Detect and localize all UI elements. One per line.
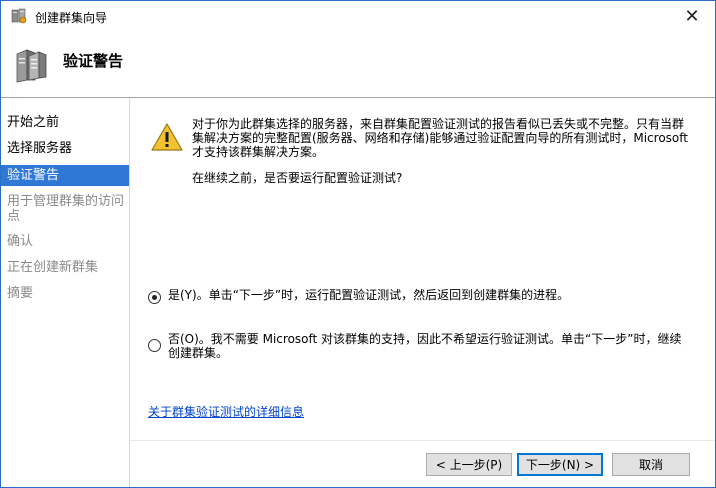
option-no[interactable]: 否(O)。我不需要 Microsoft 对该群集的支持，因此不希望运行验证测试。… — [148, 332, 688, 360]
validation-info-link[interactable]: 关于群集验证测试的详细信息 — [148, 403, 304, 420]
close-icon: ✕ — [684, 6, 700, 27]
cluster-wizard-app-icon — [11, 8, 27, 24]
wizard-content: 对于你为此群集选择的服务器，来自群集配置验证测试的报告看似已丢失或不完整。只有当… — [130, 98, 715, 487]
step-item-access-point: 用于管理群集的访问点 — [7, 194, 125, 224]
footer-divider — [130, 440, 715, 441]
step-item-validation-warning: 验证警告 — [1, 165, 129, 186]
step-item-creating-cluster: 正在创建新群集 — [7, 260, 99, 275]
warning-triangle-icon — [151, 123, 183, 151]
step-item-select-servers: 选择服务器 — [7, 141, 73, 156]
option-yes[interactable]: 是(Y)。单击“下一步”时，运行配置验证测试，然后返回到创建群集的进程。 — [148, 288, 688, 304]
cancel-button[interactable]: 取消 — [612, 453, 690, 476]
wizard-window: 创建群集向导 ✕ 验证警告 开始之前 选择服务器 验证警告 用于管理群集的访问点… — [0, 0, 716, 488]
step-item-confirmation: 确认 — [7, 234, 34, 249]
window-title: 创建群集向导 — [35, 11, 108, 25]
step-item-summary: 摘要 — [7, 286, 34, 301]
step-item-before-you-begin: 开始之前 — [7, 115, 60, 130]
option-no-label[interactable]: 否(O)。我不需要 Microsoft 对该群集的支持，因此不希望运行验证测试。… — [168, 332, 688, 360]
wizard-steps-sidebar: 开始之前 选择服务器 验证警告 用于管理群集的访问点 确认 正在创建新群集 摘要 — [1, 98, 130, 487]
warning-message: 对于你为此群集选择的服务器，来自群集配置验证测试的报告看似已丢失或不完整。只有当… — [192, 117, 688, 159]
option-yes-label[interactable]: 是(Y)。单击“下一步”时，运行配置验证测试，然后返回到创建群集的进程。 — [168, 288, 688, 302]
page-title: 验证警告 — [63, 52, 124, 70]
wizard-header: 验证警告 — [1, 32, 715, 94]
next-button[interactable]: 下一步(N) > — [517, 453, 603, 476]
radio-no[interactable] — [148, 339, 161, 352]
radio-yes[interactable] — [148, 291, 161, 304]
question-text: 在继续之前，是否要运行配置验证测试? — [192, 171, 403, 185]
cluster-servers-icon — [16, 49, 47, 83]
close-button[interactable]: ✕ — [669, 1, 715, 32]
back-button[interactable]: < 上一步(P) — [426, 453, 512, 476]
title-bar: 创建群集向导 ✕ — [1, 1, 715, 32]
